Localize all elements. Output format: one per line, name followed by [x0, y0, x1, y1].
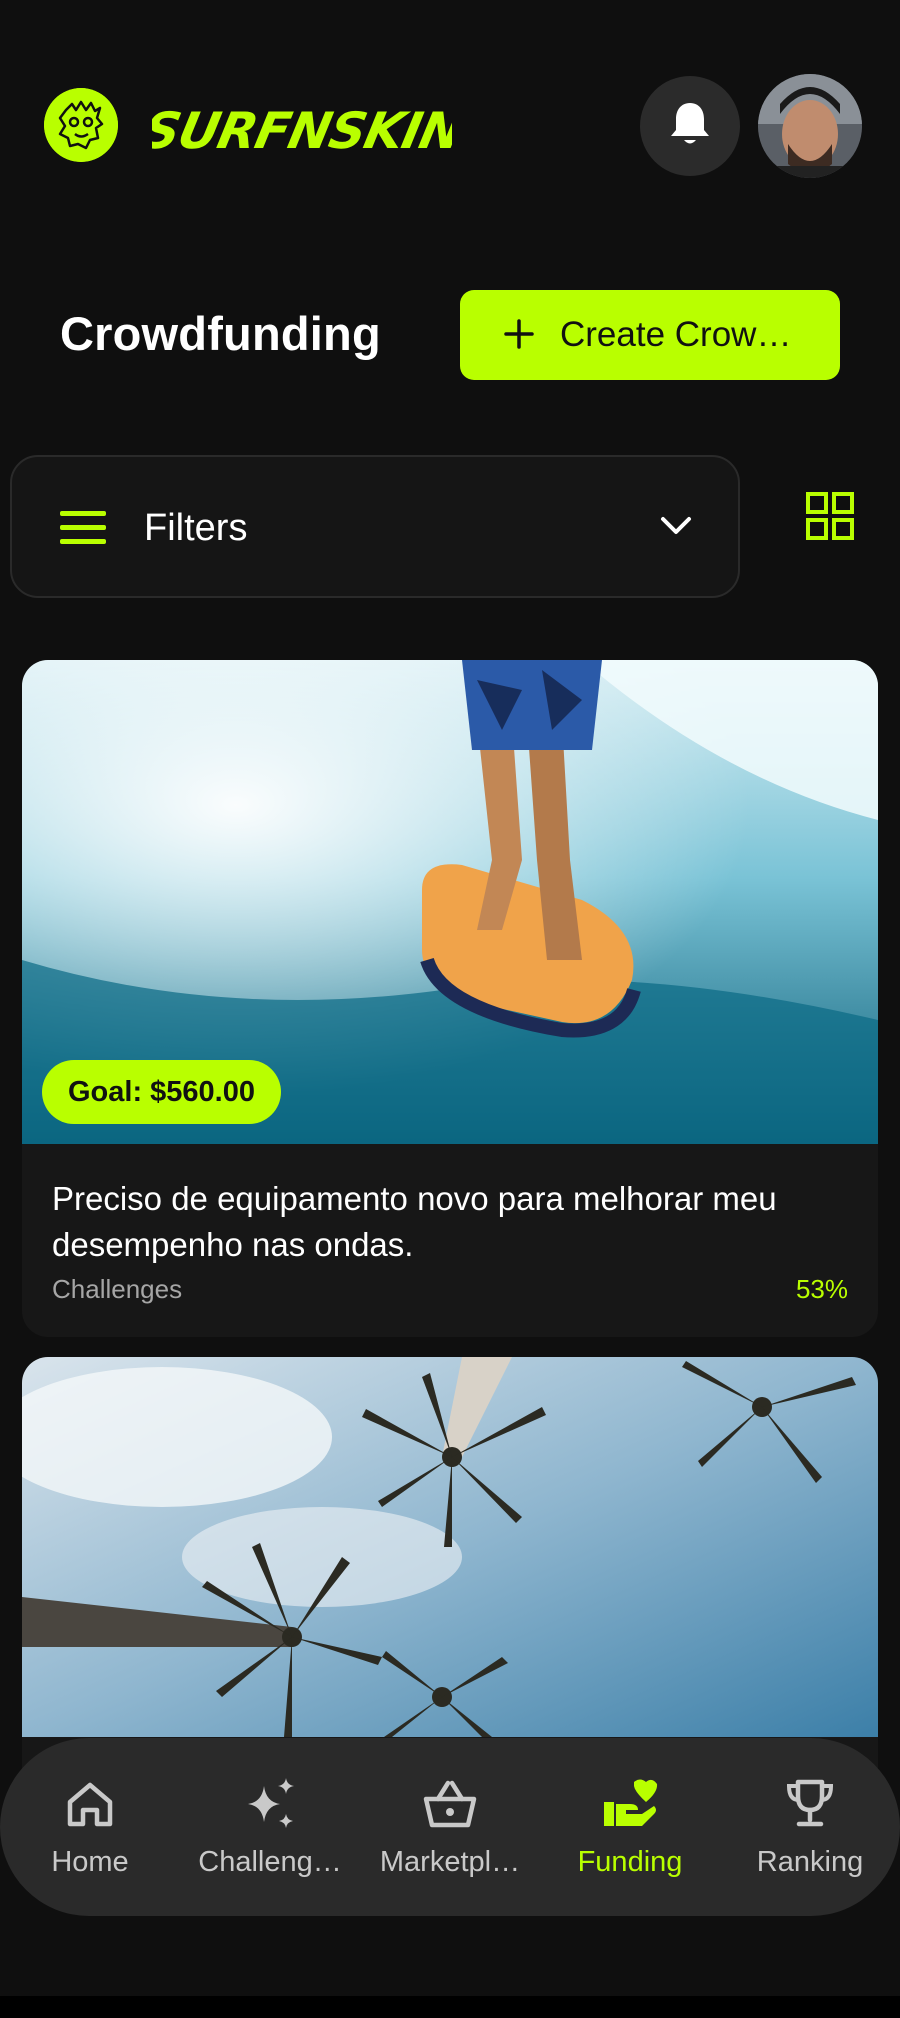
card-image-palm-trees	[22, 1357, 878, 1737]
nav-item-challenges[interactable]: Challeng…	[184, 1776, 356, 1879]
card-progress: 53%	[795, 1274, 848, 1304]
grid-view-toggle[interactable]	[806, 492, 854, 545]
notifications-button[interactable]	[640, 76, 740, 176]
filters-label: Filters	[144, 507, 248, 549]
nav-item-home[interactable]: Home	[4, 1776, 176, 1879]
crowdfunding-card[interactable]: Goal: $560.00 Preciso de equipamento nov…	[22, 660, 878, 1337]
plus-icon	[504, 310, 534, 356]
create-button-label: Create Crow…	[560, 315, 792, 354]
bottom-navigation: Home Challeng… Marketpl… Funding Ranking	[0, 1738, 900, 1916]
avatar[interactable]	[758, 74, 862, 178]
brand-wordmark: SURFNSKIN	[152, 94, 452, 164]
nav-label-home: Home	[51, 1845, 129, 1878]
grid-view-icon	[806, 492, 854, 544]
goal-badge: Goal: $560.00	[42, 1060, 281, 1124]
create-crowdfunding-button[interactable]: Create Crow…	[460, 290, 840, 380]
nav-label-marketplace: Marketpl…	[379, 1845, 521, 1878]
filters-dropdown[interactable]: Filters	[10, 455, 740, 598]
system-bottom-bar	[0, 1996, 900, 2018]
chevron-down-icon	[660, 515, 692, 542]
page-title: Crowdfunding	[60, 307, 381, 360]
app-header: SURFNSKIN	[0, 0, 900, 220]
nav-item-marketplace[interactable]: Marketpl…	[364, 1776, 536, 1879]
nav-item-funding[interactable]: Funding	[544, 1776, 716, 1879]
nav-label-ranking: Ranking	[756, 1845, 864, 1878]
card-title: Preciso de equipamento novo para melhora…	[52, 1180, 777, 1263]
nav-item-ranking[interactable]: Ranking	[724, 1776, 896, 1879]
brand-logo-icon[interactable]	[44, 88, 118, 162]
home-icon	[65, 1776, 115, 1832]
brand-wordmark-text: SURFNSKIN	[152, 102, 452, 160]
menu-icon	[60, 511, 106, 550]
hand-heart-icon	[602, 1776, 658, 1832]
sparkles-icon	[242, 1776, 298, 1832]
bell-icon	[668, 100, 712, 153]
nav-label-challenges: Challeng…	[198, 1845, 342, 1878]
card-category: Challenges	[52, 1274, 183, 1304]
nav-label-funding: Funding	[577, 1845, 683, 1878]
basket-icon	[422, 1776, 478, 1832]
trophy-icon	[785, 1776, 835, 1832]
